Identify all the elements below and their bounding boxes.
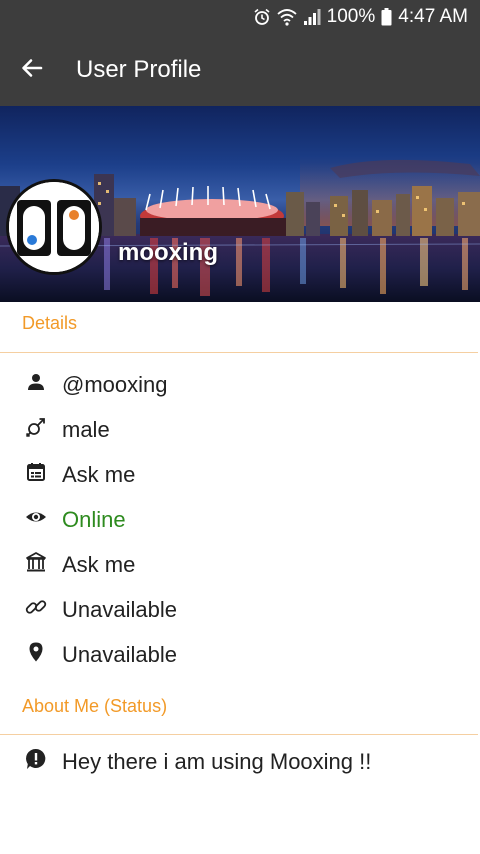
about-status-row: Hey there i am using Mooxing !! (0, 739, 480, 784)
back-button[interactable] (0, 34, 62, 106)
details-header: Details (22, 313, 78, 333)
detail-website: Unavailable (0, 587, 480, 632)
avatar-logo (9, 182, 99, 272)
detail-location: Unavailable (0, 632, 480, 677)
website-value: Unavailable (62, 596, 177, 622)
online-status-value: Online (62, 506, 126, 532)
detail-gender: male (0, 407, 480, 452)
detail-online-status: Online (0, 497, 480, 542)
profile-name: mooxing (118, 239, 218, 266)
location-pin-icon (25, 641, 47, 668)
gender-value: male (62, 416, 110, 442)
about-header: About Me (Status) (22, 696, 168, 716)
alarm-icon (253, 8, 271, 26)
status-bar: 100% 4:47 AM (0, 0, 480, 34)
institution-value: Ask me (62, 551, 136, 577)
detail-birthday: Ask me (0, 452, 480, 497)
birthday-value: Ask me (62, 461, 136, 487)
person-icon (25, 371, 47, 398)
about-divider (0, 734, 478, 735)
calendar-icon (25, 461, 47, 488)
arrow-back-icon (20, 56, 44, 85)
app-bar: User Profile (0, 34, 480, 106)
gender-icon (24, 415, 48, 444)
details-divider (0, 352, 478, 353)
eye-icon (25, 506, 47, 533)
detail-institution: Ask me (0, 542, 480, 587)
battery-percent: 100% (326, 6, 376, 27)
profile-cover: mooxing (0, 106, 480, 302)
battery-icon (381, 8, 392, 26)
info-icon (24, 747, 48, 776)
signal-icon (303, 8, 321, 26)
link-icon (24, 595, 48, 624)
clock-time: 4:47 AM (398, 6, 468, 27)
institution-icon (25, 551, 47, 578)
location-value: Unavailable (62, 641, 177, 667)
about-status-text: Hey there i am using Mooxing !! (62, 748, 372, 774)
avatar[interactable] (6, 179, 102, 275)
page-title: User Profile (76, 56, 202, 83)
wifi-icon (277, 8, 297, 26)
detail-username: @mooxing (0, 362, 480, 407)
username-value: @mooxing (62, 371, 168, 397)
